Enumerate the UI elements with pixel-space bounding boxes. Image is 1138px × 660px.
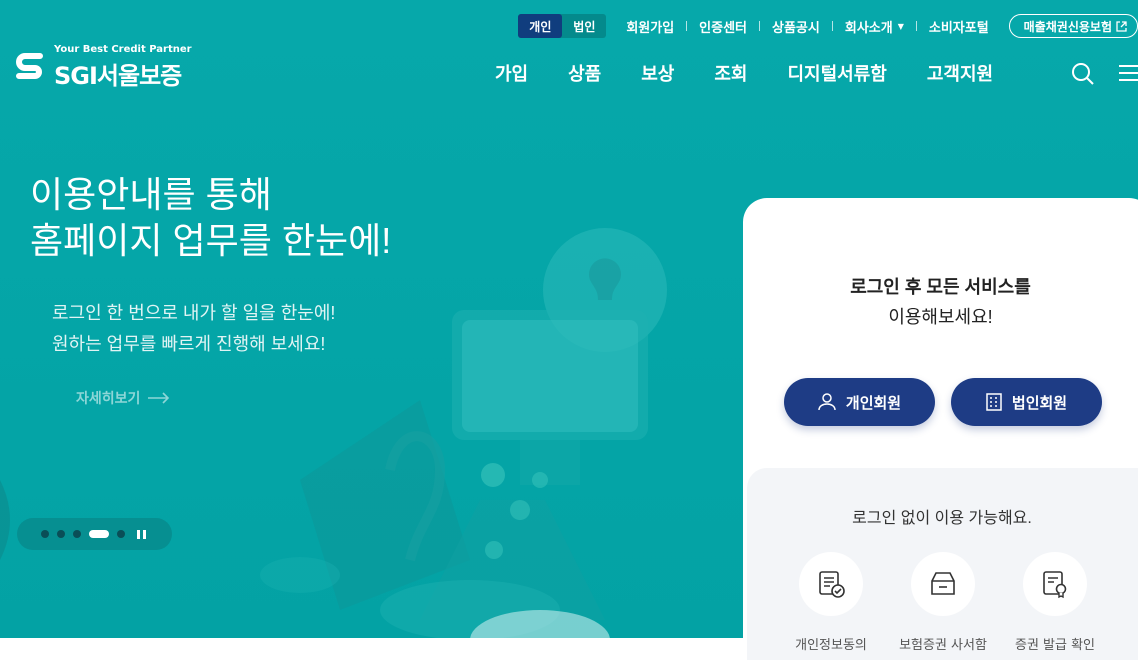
divider <box>686 21 688 31</box>
hero-sub-line1: 로그인 한 번으로 내가 할 일을 한눈에! <box>52 303 336 323</box>
content-start <box>0 638 743 660</box>
building-icon <box>986 393 1002 411</box>
receivables-insurance-button[interactable]: 매출채권신용보험 <box>1008 14 1138 38</box>
hero-more-label: 자세히보기 <box>76 391 141 407</box>
personal-member-button[interactable]: 개인회원 <box>784 378 935 426</box>
nav-products[interactable]: 상품 <box>568 60 601 86</box>
nav-inquiry[interactable]: 조회 <box>714 60 747 86</box>
link-company[interactable]: 회사소개 ▼ <box>845 17 904 36</box>
login-panel: 로그인 후 모든 서비스를 이용해보세요! 개인회원 법인회원 로그인 없이 이… <box>743 198 1138 660</box>
nav-digital-docs[interactable]: 디지털서류함 <box>788 60 887 86</box>
search-icon[interactable] <box>1071 62 1095 86</box>
mailbox-icon <box>931 572 955 595</box>
link-product-disclosure[interactable]: 상품공시 <box>772 17 820 36</box>
hamburger-menu-icon[interactable] <box>1119 63 1138 83</box>
service-privacy-consent[interactable]: 개인정보동의 <box>771 552 891 653</box>
pause-icon[interactable] <box>137 529 149 539</box>
hero-sub-line2: 원하는 업무를 빠르게 진행해 보세요! <box>52 334 326 354</box>
slide-dot-5[interactable] <box>117 530 125 538</box>
page: 개인 법인 회원가입 인증센터 상품공시 회사소개 ▼ 소비자포털 매출채권신용보… <box>0 0 1138 660</box>
link-cert-center[interactable]: 인증센터 <box>699 17 747 36</box>
slide-dot-4[interactable] <box>89 530 109 538</box>
nav-claims[interactable]: 보상 <box>641 60 674 86</box>
service-icon-wrap <box>799 552 863 616</box>
service-certificate-verify[interactable]: 증권 발급 확인 <box>995 552 1115 653</box>
divider <box>831 21 833 31</box>
login-title-line2: 이용해보세요! <box>888 307 993 327</box>
nav-join[interactable]: 가입 <box>495 60 528 86</box>
utility-bar: 개인 법인 회원가입 인증센터 상품공시 회사소개 ▼ 소비자포털 매출채권신용보… <box>518 14 1138 38</box>
customer-type-toggle: 개인 법인 <box>518 14 607 38</box>
link-company-label: 회사소개 <box>844 20 893 36</box>
login-panel-title: 로그인 후 모든 서비스를 이용해보세요! <box>743 272 1138 332</box>
service-label: 보험증권 사서함 <box>899 638 987 653</box>
logo-name: SGI서울보증 <box>54 62 182 90</box>
hero-subtitle: 로그인 한 번으로 내가 할 일을 한눈에! 원하는 업무를 빠르게 진행해 보… <box>52 298 335 360</box>
divider <box>759 21 761 31</box>
slide-dot-2[interactable] <box>57 530 65 538</box>
hero-title-line1: 이용안내를 통해 <box>30 174 272 215</box>
corporate-member-label: 법인회원 <box>1011 393 1068 412</box>
personal-member-label: 개인회원 <box>845 393 902 412</box>
service-icon-wrap <box>1023 552 1087 616</box>
service-policy-mailbox[interactable]: 보험증권 사서함 <box>883 552 1003 653</box>
receivables-insurance-label: 매출채권신용보험 <box>1023 19 1112 34</box>
hero-more-link[interactable]: 자세히보기 <box>76 388 170 408</box>
service-label: 개인정보동의 <box>795 638 867 653</box>
divider <box>915 21 917 31</box>
logo-tagline: Your Best Credit Partner <box>54 44 192 55</box>
login-title-line1: 로그인 후 모든 서비스를 <box>850 277 1031 297</box>
toggle-personal[interactable]: 개인 <box>518 14 563 38</box>
arrow-right-icon <box>148 392 170 404</box>
guest-services: 로그인 없이 이용 가능해요. 개인정보동의 보험증권 사서함 증권 발급 확인 <box>747 468 1138 660</box>
slide-dot-1[interactable] <box>41 530 49 538</box>
sgi-logo-icon <box>16 53 43 79</box>
guest-services-title: 로그인 없이 이용 가능해요. <box>852 510 1032 527</box>
main-nav: 가입 상품 보상 조회 디지털서류함 고객지원 <box>495 60 1033 86</box>
slide-dot-3[interactable] <box>73 530 81 538</box>
service-label: 증권 발급 확인 <box>1014 638 1096 653</box>
slide-pager <box>17 518 172 550</box>
nav-support[interactable]: 고객지원 <box>927 60 993 86</box>
caret-down-icon: ▼ <box>897 21 904 31</box>
link-signup[interactable]: 회원가입 <box>626 17 674 36</box>
corporate-member-button[interactable]: 법인회원 <box>951 378 1102 426</box>
person-icon <box>818 393 836 411</box>
toggle-corporate[interactable]: 법인 <box>562 14 606 38</box>
external-link-icon <box>1116 20 1127 32</box>
certificate-icon <box>1043 571 1067 599</box>
link-consumer-portal[interactable]: 소비자포털 <box>929 17 989 36</box>
hero-title-line2: 홈페이지 업무를 한눈에! <box>30 220 392 261</box>
document-check-icon <box>819 571 845 598</box>
utility-links: 회원가입 인증센터 상품공시 회사소개 ▼ 소비자포털 <box>626 17 988 36</box>
service-icon-wrap <box>911 552 975 616</box>
hero-title: 이용안내를 통해 홈페이지 업무를 한눈에! <box>30 172 391 264</box>
